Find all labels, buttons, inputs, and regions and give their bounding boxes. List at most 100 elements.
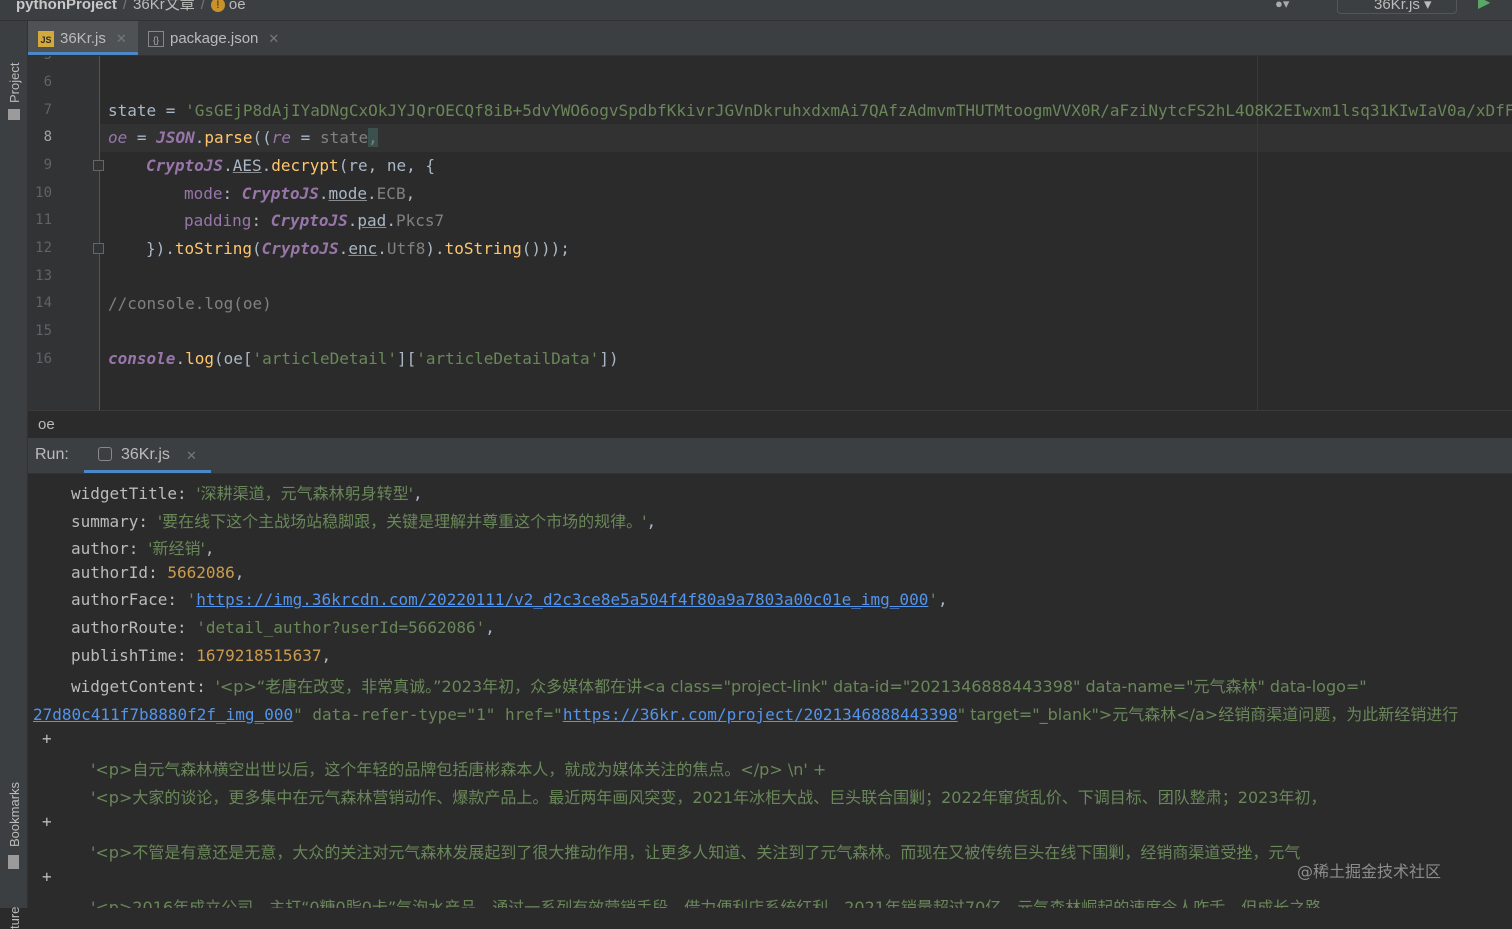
code-token: re [271, 128, 292, 147]
code-string: 'articleDetailData' [416, 349, 600, 368]
code-token: padding [184, 211, 252, 230]
code-token: ][ [397, 349, 417, 368]
close-icon[interactable]: ✕ [268, 31, 279, 46]
code-token: . [338, 239, 349, 258]
line-number: 10 [35, 185, 52, 201]
code-token: CryptoJS [270, 211, 348, 230]
code-function: toString [444, 239, 522, 258]
code-token: state [108, 101, 157, 120]
breadcrumb-project[interactable]: pythonProject [16, 0, 117, 13]
code-token: CryptoJS [241, 184, 319, 203]
account-icon[interactable]: ●▾ [1275, 0, 1289, 12]
console-string: 'detail_author?userId=5662086' [196, 618, 486, 637]
console-string: '深耕渠道，元气森林躬身转型' [196, 484, 414, 503]
console-string: '新经销' [148, 539, 205, 558]
structure-tool-button[interactable]: ture [7, 907, 22, 929]
console-key: widgetContent: [71, 677, 216, 696]
breadcrumb-symbol[interactable]: oe [38, 416, 55, 433]
line-number: 7 [43, 102, 52, 118]
console-line: authorId: 5662086, [71, 563, 245, 582]
code-function: log [185, 349, 214, 368]
code-token: AES [232, 156, 262, 175]
title-bar: pythonProject / 36Kr文章 /! oe ●▾ 36Kr.js ▾ ▶ [0, 0, 1512, 21]
console-key: authorId: [71, 563, 168, 582]
code-token: , [405, 184, 416, 203]
console-string: '<p>“老唐在改变，非常真诚。”2023年初，众多媒体都在讲<a class=… [215, 677, 1367, 696]
code-token: mode [184, 184, 223, 203]
tab-package-json[interactable]: {} package.json ✕ [148, 21, 279, 55]
line-number: 16 [35, 351, 52, 367]
line-number-current: 8 [43, 129, 52, 145]
code-token: ECB [376, 184, 406, 203]
code-function: parse [204, 128, 253, 147]
javascript-file-icon: JS [38, 31, 54, 48]
code-line-11: padding: CryptoJS.pad.Pkcs7 [184, 211, 444, 231]
code-line-12: }).toString(CryptoJS.enc.Utf8).toString(… [146, 239, 570, 259]
run-configuration-label: 36Kr.js [1374, 0, 1420, 13]
concat-plus: + [42, 867, 52, 886]
console-line: author: '新经销', [71, 539, 215, 558]
console-key: publishTime: [71, 646, 197, 665]
console-string: " data-refer-type="1" href=" [293, 705, 563, 724]
run-console-output[interactable]: widgetTitle: '深耕渠道，元气森林躬身转型', summary: '… [28, 474, 1512, 908]
code-editor[interactable]: 5 6 7 8 9 10 11 12 13 14 15 16 state = '… [28, 56, 1512, 410]
console-link[interactable]: https://36kr.com/project/202134688844339… [563, 705, 958, 724]
code-token: . [318, 184, 329, 203]
code-token: : [251, 211, 271, 230]
console-key: summary: [71, 512, 158, 531]
code-token: = [127, 128, 157, 147]
code-function: toString [174, 239, 252, 258]
console-string: '<p>不管是有意还是无意，大众的关注对元气森林发展起到了很大推动作用，让更多人… [91, 843, 1301, 862]
console-string: '要在线下这个主战场站稳脚跟，关键是理解并尊重这个市场的规律。' [157, 512, 647, 531]
code-token: : [222, 184, 242, 203]
run-icon[interactable]: ▶ [1478, 0, 1490, 12]
code-token: ())); [521, 239, 570, 258]
tab-36kr-js[interactable]: JS 36Kr.js ✕ [28, 21, 138, 55]
fold-marker-icon[interactable] [93, 160, 104, 171]
code-token: CryptoJS [261, 239, 339, 258]
code-token: . [377, 239, 387, 258]
code-token: . [367, 184, 377, 203]
code-token: . [223, 156, 233, 175]
code-comment: //console.log(oe) [108, 294, 272, 313]
close-icon[interactable]: ✕ [116, 31, 127, 46]
console-line: authorFace: 'https://img.36krcdn.com/202… [71, 590, 948, 609]
console-link[interactable]: https://img.36krcdn.com/20220111/v2_d2c3… [196, 590, 928, 609]
console-number: 1679218515637 [196, 646, 322, 665]
breadcrumb-separator: / [200, 0, 205, 13]
code-token: JSON [156, 128, 195, 147]
breadcrumb-symbol[interactable]: oe [229, 0, 246, 13]
line-number-gutter[interactable]: 5 6 7 8 9 10 11 12 13 14 15 16 [28, 56, 104, 410]
nodejs-icon [98, 447, 112, 461]
bookmarks-tool-button[interactable]: Bookmarks [7, 782, 22, 847]
console-key: author: [71, 539, 149, 558]
run-configuration-select[interactable]: 36Kr.js ▾ [1337, 0, 1457, 14]
project-tool-button[interactable]: Project [7, 63, 22, 103]
fold-marker-icon[interactable] [93, 243, 104, 254]
code-token: CryptoJS [146, 156, 224, 175]
line-number: 6 [43, 74, 52, 90]
console-string: '<p>大家的谈论，更多集中在元气森林营销动作、爆款产品上。最近两年画风突变，2… [91, 788, 1327, 807]
code-token: . [386, 211, 396, 230]
code-line-10: mode: CryptoJS.mode.ECB, [184, 184, 415, 204]
breadcrumb-folder[interactable]: 36Kr文章 [133, 0, 195, 13]
console-line: summary: '要在线下这个主战场站稳脚跟，关键是理解并尊重这个市场的规律。… [71, 512, 657, 531]
concat-plus: + [42, 729, 52, 748]
code-token: state [319, 128, 369, 147]
line-number: 15 [35, 323, 52, 339]
console-string: '<p>自元气森林横空出世以后，这个年轻的品牌包括唐彬森本人，就成为媒体关注的焦… [91, 760, 827, 779]
console-line: authorRoute: 'detail_author?userId=56620… [71, 618, 495, 637]
run-tab-36kr-js[interactable]: 36Kr.js ✕ [84, 438, 211, 473]
symbol-icon: ! [210, 0, 225, 13]
code-token: (re, ne, { [338, 156, 436, 175]
tab-label: 36Kr.js [60, 30, 106, 47]
console-link[interactable]: 27d80c411f7b8880f2f_img_000 [33, 705, 293, 724]
line-number: 9 [43, 157, 52, 173]
console-string: '<p>2016年成立公司，主打“0糖0脂0卡”气泡水产品，通过一系列有效营销手… [91, 898, 1322, 908]
concat-plus: + [42, 812, 52, 831]
console-line: widgetContent: '<p>“老唐在改变，非常真诚。”2023年初，众… [71, 673, 1367, 697]
code-token: (oe[ [213, 349, 253, 368]
tab-label: package.json [170, 30, 259, 47]
close-icon[interactable]: ✕ [186, 448, 197, 464]
console-line: widgetTitle: '深耕渠道，元气森林躬身转型', [71, 484, 423, 503]
